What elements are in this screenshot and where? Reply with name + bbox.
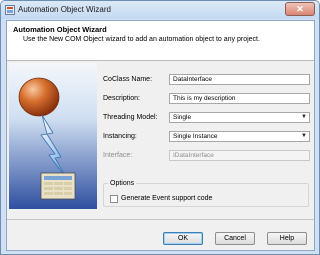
threading-model-select[interactable]: Single ▼ — [169, 112, 310, 123]
instancing-select[interactable]: Single Instance ▼ — [169, 131, 310, 142]
chevron-down-icon[interactable]: ▼ — [300, 114, 308, 121]
instancing-value: Single Instance — [173, 133, 218, 140]
help-button[interactable]: Help — [267, 232, 307, 245]
threading-model-label: Threading Model: — [103, 114, 158, 121]
description-value: This is my description — [173, 95, 236, 102]
cancel-button[interactable]: Cancel — [215, 232, 255, 245]
window-title: Automation Object Wizard — [18, 5, 111, 14]
interface-input: IDataInterface — [169, 150, 310, 161]
generate-event-support-label[interactable]: Generate Event support code — [121, 195, 212, 202]
header-description: Use the New COM Object wizard to add an … — [23, 36, 260, 43]
title-bar[interactable]: Automation Object Wizard ✕ — [1, 1, 319, 19]
threading-model-value: Single — [173, 114, 192, 121]
options-group: Options Generate Event support code — [103, 180, 309, 207]
interface-value: IDataInterface — [173, 152, 214, 159]
instancing-label: Instancing: — [103, 133, 137, 140]
wizard-icon — [5, 5, 15, 15]
close-icon: ✕ — [296, 4, 304, 14]
options-legend: Options — [108, 180, 137, 187]
chevron-down-icon[interactable]: ▼ — [300, 133, 308, 140]
close-button[interactable]: ✕ — [285, 2, 315, 16]
description-input[interactable]: This is my description — [169, 93, 310, 104]
wizard-header: Automation Object Wizard Use the New COM… — [7, 21, 314, 61]
interface-label: Interface: — [103, 152, 133, 159]
footer-divider — [7, 219, 314, 220]
wizard-window: Automation Object Wizard ✕ Automation Ob… — [0, 0, 320, 255]
coclass-name-input[interactable]: DataInterface — [169, 74, 310, 85]
description-label: Description: — [103, 95, 140, 102]
generate-event-support-checkbox[interactable] — [110, 195, 118, 203]
header-title: Automation Object Wizard — [13, 25, 107, 34]
coclass-name-label: CoClass Name: — [103, 76, 153, 83]
automation-object-illustration — [9, 63, 97, 209]
coclass-name-value: DataInterface — [173, 76, 213, 83]
dialog-body: Automation Object Wizard Use the New COM… — [6, 20, 315, 251]
ok-button[interactable]: OK — [163, 232, 203, 245]
